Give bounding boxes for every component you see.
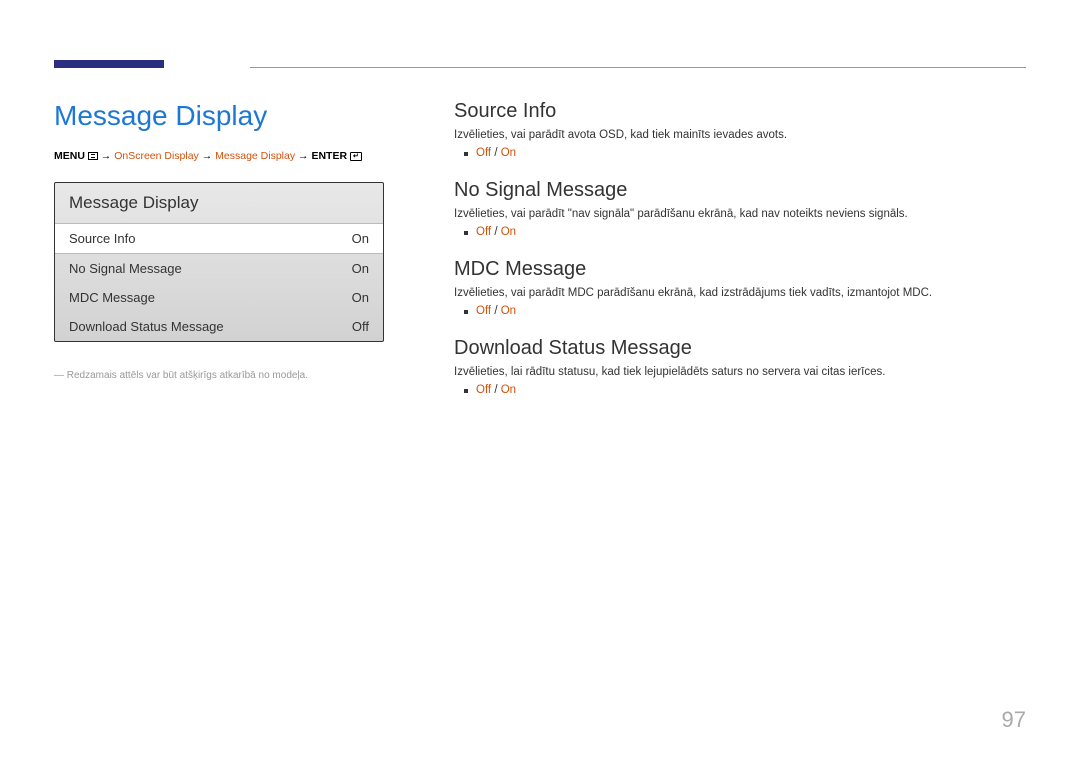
- option-on: On: [501, 226, 516, 238]
- section-title: Download Status Message: [454, 337, 1026, 360]
- menu-icon: [88, 152, 98, 160]
- menu-row-label: Source Info: [69, 231, 136, 246]
- menu-row-value: On: [352, 290, 369, 305]
- menu-row-label: Download Status Message: [69, 319, 224, 334]
- breadcrumb-path2: Message Display: [215, 150, 295, 162]
- breadcrumb-enter: ENTER: [311, 150, 347, 162]
- section-title: Source Info: [454, 100, 1026, 123]
- menu-row-value: On: [352, 261, 369, 276]
- option-off: Off: [476, 226, 491, 238]
- menu-row-value: Off: [352, 319, 369, 334]
- section: MDC Message Izvēlieties, vai parādīt MDC …: [454, 258, 1026, 317]
- section-options: Off / On: [454, 147, 1026, 159]
- menu-row: No Signal Message On: [55, 254, 383, 283]
- menu-row: Download Status Message Off: [55, 312, 383, 341]
- section: Download Status Message Izvēlieties, lai …: [454, 337, 1026, 396]
- option-on: On: [501, 147, 516, 159]
- section-options: Off / On: [454, 305, 1026, 317]
- option-on: On: [501, 384, 516, 396]
- section-options: Off / On: [454, 226, 1026, 238]
- right-column: Source Info Izvēlieties, vai parādīt avot…: [454, 100, 1026, 416]
- header-rule: [250, 67, 1026, 68]
- page-title: Message Display: [54, 100, 384, 132]
- menu-preview-box: Message Display Source InfoOnNo Signal M…: [54, 182, 384, 342]
- section-description: Izvēlieties, vai parādīt "nav signāla" p…: [454, 208, 1026, 220]
- option-off: Off: [476, 384, 491, 396]
- section-description: Izvēlieties, vai parādīt MDC parādīšanu …: [454, 287, 1026, 299]
- option-on: On: [501, 305, 516, 317]
- header-accent-bar: [54, 60, 164, 68]
- page-number: 97: [1002, 707, 1026, 733]
- section-title: MDC Message: [454, 258, 1026, 281]
- menu-row-label: MDC Message: [69, 290, 155, 305]
- breadcrumb: MENU → OnScreen Display → Message Displa…: [54, 150, 384, 162]
- section-description: Izvēlieties, vai parādīt avota OSD, kad …: [454, 129, 1026, 141]
- footnote: ― Redzamais attēls var būt atšķirīgs atk…: [54, 370, 384, 381]
- breadcrumb-menu: MENU: [54, 150, 85, 162]
- menu-preview-title: Message Display: [55, 183, 383, 223]
- menu-row-value: On: [352, 231, 369, 246]
- section: Source Info Izvēlieties, vai parādīt avot…: [454, 100, 1026, 159]
- left-column: Message Display MENU → OnScreen Display …: [54, 100, 384, 381]
- breadcrumb-path1: OnScreen Display: [114, 150, 199, 162]
- section: No Signal Message Izvēlieties, vai parādī…: [454, 179, 1026, 238]
- menu-row-label: No Signal Message: [69, 261, 182, 276]
- option-off: Off: [476, 147, 491, 159]
- enter-icon: ↵: [350, 152, 362, 161]
- option-off: Off: [476, 305, 491, 317]
- section-title: No Signal Message: [454, 179, 1026, 202]
- section-description: Izvēlieties, lai rādītu statusu, kad tie…: [454, 366, 1026, 378]
- menu-row: MDC Message On: [55, 283, 383, 312]
- menu-row: Source Info On: [55, 223, 383, 254]
- section-options: Off / On: [454, 384, 1026, 396]
